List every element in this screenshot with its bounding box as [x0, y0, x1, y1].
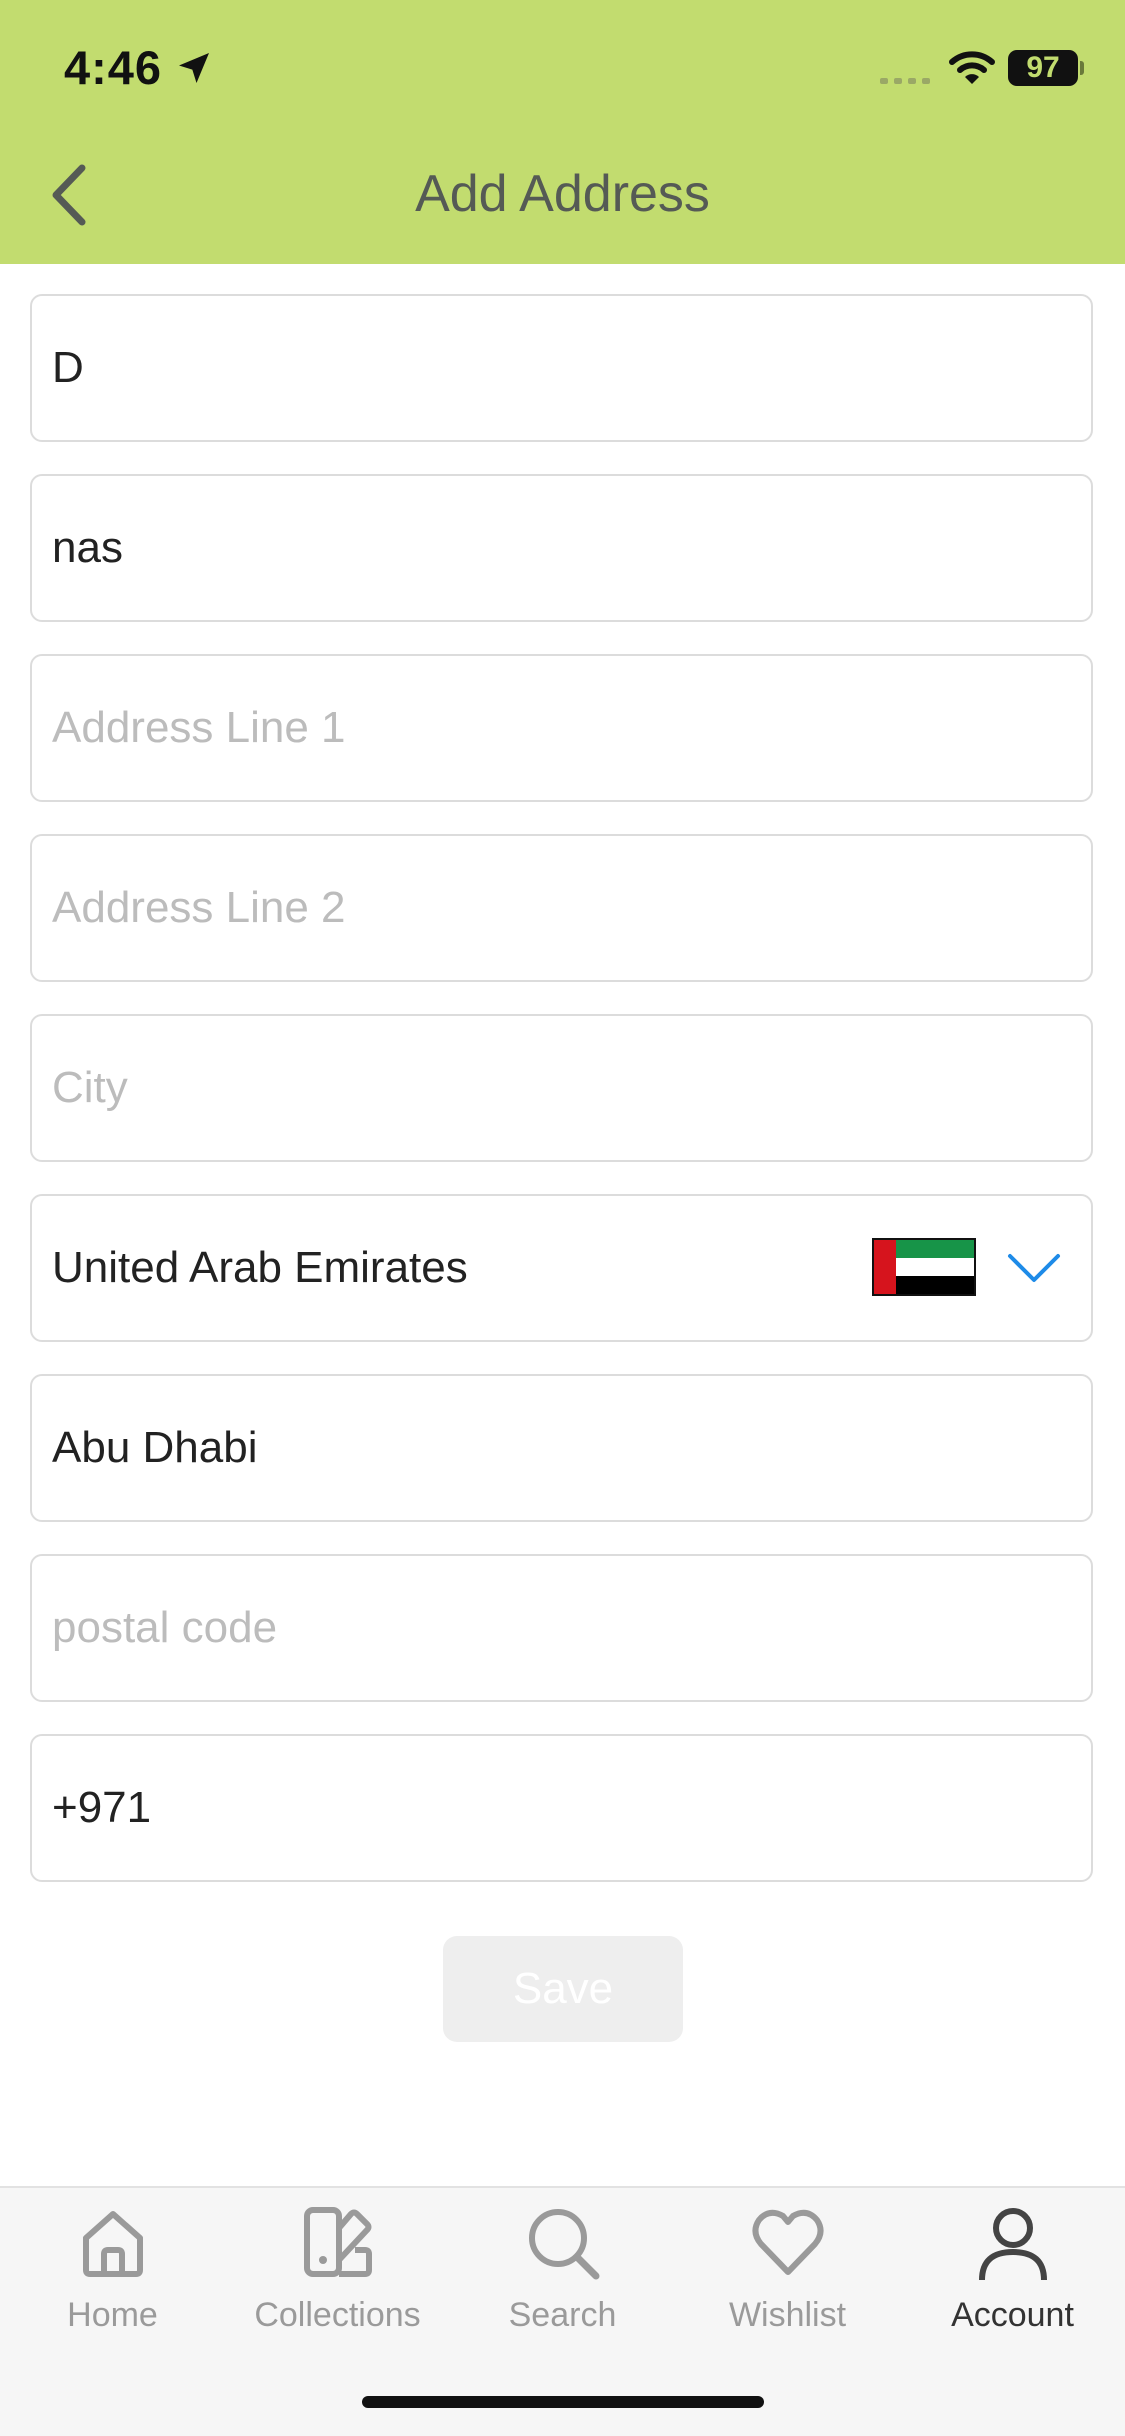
city-field[interactable]	[30, 1014, 1093, 1162]
save-button[interactable]: Save	[443, 1936, 683, 2042]
address-line-2-field[interactable]	[30, 834, 1093, 982]
collections-icon	[303, 2207, 372, 2277]
city-input[interactable]	[52, 1016, 1052, 1160]
search-icon	[528, 2209, 599, 2280]
last-name-input[interactable]	[52, 476, 1052, 620]
tab-wishlist-label: Wishlist	[728, 2296, 847, 2334]
home-indicator	[362, 2396, 764, 2408]
location-arrow-icon	[179, 53, 209, 83]
page-title: Add Address	[415, 165, 710, 223]
heart-icon	[752, 2209, 823, 2275]
wifi-icon	[949, 51, 995, 84]
address-line-1-input[interactable]	[52, 656, 1052, 800]
battery-tip	[1080, 61, 1084, 75]
tab-search[interactable]: Search	[450, 2204, 675, 2354]
tab-wishlist[interactable]: Wishlist	[675, 2204, 900, 2354]
tab-collections-label: Collections	[254, 2296, 421, 2334]
tab-home[interactable]: Home	[0, 2204, 225, 2354]
tab-search-label: Search	[508, 2296, 617, 2334]
address-line-2-input[interactable]	[52, 836, 1052, 980]
tab-collections[interactable]: Collections	[225, 2204, 450, 2354]
cellular-signal-icon	[880, 78, 930, 84]
address-line-1-field[interactable]	[30, 654, 1093, 802]
add-address-screen: 4:46 97 Add Address D nas Address Line 1…	[0, 0, 1125, 2436]
tab-account[interactable]: Account	[900, 2204, 1125, 2354]
battery-indicator: 97	[1008, 50, 1078, 86]
first-name-field[interactable]	[30, 294, 1093, 442]
tab-home-label: Home	[67, 2296, 158, 2334]
country-select[interactable]: United Arab Emirates	[30, 1194, 1093, 1342]
phone-field[interactable]	[30, 1734, 1093, 1882]
header-bar: 4:46 97 Add Address	[0, 0, 1125, 264]
postal-code-field[interactable]	[30, 1554, 1093, 1702]
home-icon	[82, 2211, 143, 2277]
province-input[interactable]	[52, 1376, 1052, 1520]
first-name-input[interactable]	[52, 296, 1052, 440]
country-value: United Arab Emirates	[52, 1243, 468, 1292]
uae-flag-icon	[872, 1238, 976, 1296]
status-time: 4:46	[64, 41, 163, 94]
postal-code-input[interactable]	[52, 1556, 1052, 1700]
phone-input[interactable]	[52, 1736, 1052, 1880]
account-icon	[978, 2208, 1047, 2281]
chevron-down-icon[interactable]	[1006, 1248, 1062, 1288]
province-field[interactable]	[30, 1374, 1093, 1522]
last-name-field[interactable]	[30, 474, 1093, 622]
tab-account-label: Account	[951, 2296, 1074, 2334]
